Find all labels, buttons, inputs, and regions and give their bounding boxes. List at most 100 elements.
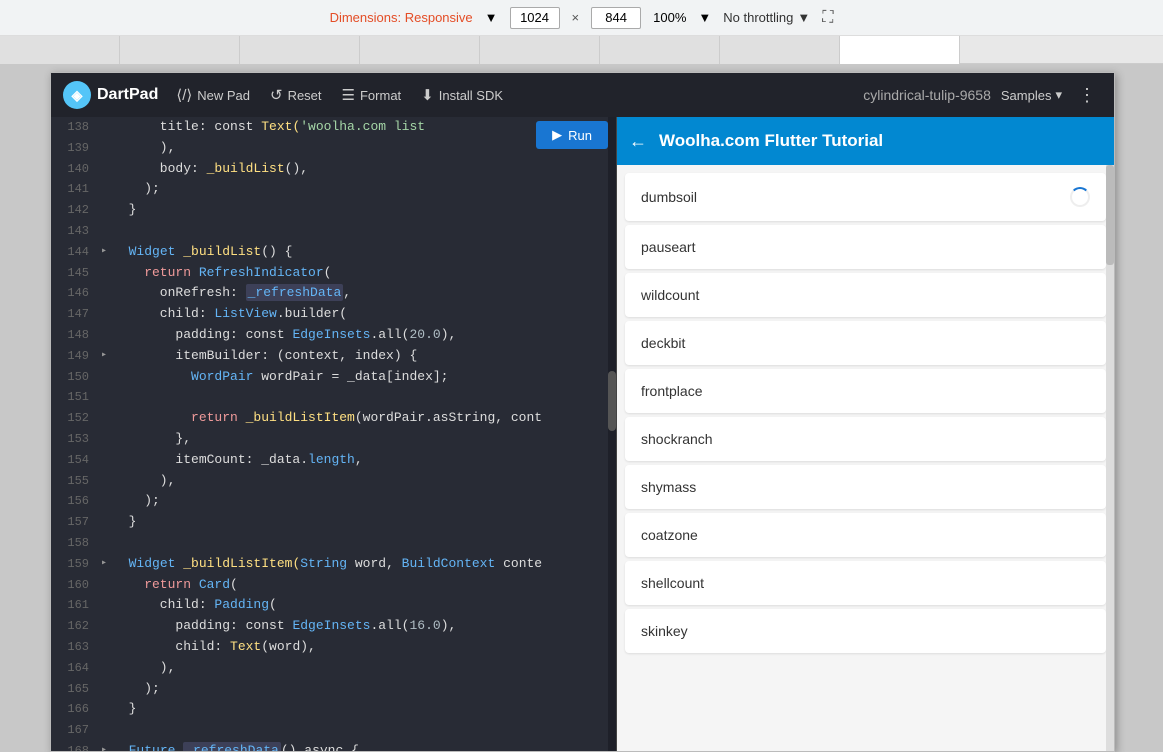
code-line: 142 } bbox=[51, 200, 616, 221]
format-button[interactable]: ☰ Format bbox=[332, 80, 412, 110]
code-text: return _buildListItem(wordPair.asString,… bbox=[113, 408, 608, 429]
fold-arrow[interactable] bbox=[101, 658, 113, 660]
code-text: ), bbox=[113, 471, 608, 492]
fold-arrow[interactable] bbox=[101, 221, 113, 223]
fold-arrow[interactable] bbox=[101, 138, 113, 140]
run-button[interactable]: ▶ Run bbox=[536, 121, 608, 149]
fold-arrow[interactable] bbox=[101, 159, 113, 161]
tab-4[interactable] bbox=[360, 36, 480, 64]
fold-arrow[interactable] bbox=[101, 304, 113, 306]
code-area[interactable]: 138 title: const Text('woolha.com list13… bbox=[51, 117, 616, 751]
fold-arrow[interactable] bbox=[101, 575, 113, 577]
fold-arrow[interactable] bbox=[101, 367, 113, 369]
width-input[interactable] bbox=[510, 7, 560, 29]
line-number: 167 bbox=[59, 720, 89, 740]
line-number: 139 bbox=[59, 138, 89, 158]
fold-arrow[interactable] bbox=[101, 720, 113, 722]
code-text: title: const Text('woolha.com list bbox=[113, 117, 608, 138]
chevron-down-icon[interactable]: ▼ bbox=[485, 10, 498, 25]
code-text: ); bbox=[113, 179, 608, 200]
fold-arrow[interactable]: ▸ bbox=[101, 346, 113, 364]
fold-arrow[interactable]: ▸ bbox=[101, 741, 113, 751]
fold-arrow[interactable]: ▸ bbox=[101, 554, 113, 572]
line-number: 153 bbox=[59, 429, 89, 449]
new-pad-button[interactable]: ⟨/⟩ New Pad bbox=[166, 80, 260, 110]
expand-button[interactable]: ⛶ bbox=[822, 9, 833, 27]
fold-arrow[interactable] bbox=[101, 699, 113, 701]
fold-arrow[interactable] bbox=[101, 595, 113, 597]
fold-arrow[interactable] bbox=[101, 512, 113, 514]
tab-7[interactable] bbox=[720, 36, 840, 64]
fold-arrow[interactable] bbox=[101, 679, 113, 681]
fold-arrow[interactable] bbox=[101, 283, 113, 285]
tab-5[interactable] bbox=[480, 36, 600, 64]
list-item[interactable]: coatzone bbox=[625, 513, 1106, 557]
list-item[interactable]: shockranch bbox=[625, 417, 1106, 461]
list-item-text: shymass bbox=[641, 479, 696, 495]
tab-3[interactable] bbox=[240, 36, 360, 64]
fold-arrow[interactable] bbox=[101, 429, 113, 431]
throttle-button[interactable]: No throttling ▼ bbox=[723, 10, 810, 25]
list-item[interactable]: deckbit bbox=[625, 321, 1106, 365]
code-line: 167 bbox=[51, 720, 616, 741]
height-input[interactable] bbox=[591, 7, 641, 29]
code-line: 155 ), bbox=[51, 471, 616, 492]
list-item-text: frontplace bbox=[641, 383, 702, 399]
fold-arrow[interactable] bbox=[101, 637, 113, 639]
run-label: Run bbox=[568, 128, 592, 143]
code-text: ); bbox=[113, 679, 608, 700]
list-item[interactable]: shymass bbox=[625, 465, 1106, 509]
list-item[interactable]: skinkey bbox=[625, 609, 1106, 653]
dartpad-logo-icon: ◈ bbox=[63, 81, 91, 109]
dimension-label[interactable]: Dimensions: Responsive bbox=[330, 10, 473, 25]
samples-button[interactable]: Samples ▾ bbox=[991, 81, 1072, 109]
list-item[interactable]: pauseart bbox=[625, 225, 1106, 269]
fold-arrow[interactable] bbox=[101, 117, 113, 119]
chevron-down-icon-zoom[interactable]: ▼ bbox=[698, 10, 711, 25]
editor-scrollbar-thumb[interactable] bbox=[608, 371, 616, 431]
fold-arrow[interactable] bbox=[101, 200, 113, 202]
more-button[interactable]: ⋮ bbox=[1072, 81, 1102, 110]
fold-arrow[interactable] bbox=[101, 325, 113, 327]
code-line: 165 ); bbox=[51, 679, 616, 700]
tab-2[interactable] bbox=[120, 36, 240, 64]
list-item[interactable]: shellcount bbox=[625, 561, 1106, 605]
fold-arrow[interactable] bbox=[101, 263, 113, 265]
loading-spinner bbox=[1070, 187, 1090, 207]
list-item[interactable]: dumbsoil bbox=[625, 173, 1106, 221]
dartpad-logo-text: DartPad bbox=[97, 86, 158, 104]
fold-arrow[interactable] bbox=[101, 471, 113, 473]
tab-1[interactable] bbox=[0, 36, 120, 64]
back-button[interactable]: ← bbox=[629, 131, 647, 152]
editor-inner[interactable]: ▶ Run 138 title: const Text('woolha.com … bbox=[51, 117, 616, 751]
code-line: 148 padding: const EdgeInsets.all(20.0), bbox=[51, 325, 616, 346]
fold-arrow[interactable] bbox=[101, 450, 113, 452]
reset-button[interactable]: ↺ Reset bbox=[260, 80, 332, 110]
tab-6[interactable] bbox=[600, 36, 720, 64]
install-sdk-button[interactable]: ⬇ Install SDK bbox=[411, 80, 513, 110]
preview-list[interactable]: dumbsoilpauseartwildcountdeckbit frontpla… bbox=[617, 165, 1114, 751]
fold-arrow[interactable] bbox=[101, 408, 113, 410]
dartpad-window: ◈ DartPad ⟨/⟩ New Pad ↺ Reset ☰ Format ⬇… bbox=[50, 72, 1115, 752]
fold-arrow[interactable] bbox=[101, 533, 113, 535]
tab-8[interactable] bbox=[840, 36, 960, 64]
preview-scrollbar-thumb[interactable] bbox=[1106, 165, 1114, 265]
code-line: 146 onRefresh: _refreshData, bbox=[51, 283, 616, 304]
samples-label: Samples bbox=[1001, 88, 1052, 103]
list-item[interactable]: wildcount bbox=[625, 273, 1106, 317]
editor-scrollbar[interactable] bbox=[608, 117, 616, 751]
list-item-text: coatzone bbox=[641, 527, 698, 543]
preview-scrollbar[interactable] bbox=[1106, 165, 1114, 751]
fold-arrow[interactable] bbox=[101, 616, 113, 618]
pad-title: cylindrical-tulip-9658 bbox=[863, 87, 991, 103]
line-number: 146 bbox=[59, 283, 89, 303]
fold-arrow[interactable] bbox=[101, 491, 113, 493]
code-editor[interactable]: ▶ Run 138 title: const Text('woolha.com … bbox=[51, 117, 616, 751]
list-item[interactable]: frontplace bbox=[625, 369, 1106, 413]
code-text: } bbox=[113, 699, 608, 720]
code-line: 144▸ Widget _buildList() { bbox=[51, 242, 616, 263]
fold-arrow[interactable]: ▸ bbox=[101, 242, 113, 260]
fold-arrow[interactable] bbox=[101, 179, 113, 181]
fold-arrow[interactable] bbox=[101, 387, 113, 389]
code-line: 143 bbox=[51, 221, 616, 242]
